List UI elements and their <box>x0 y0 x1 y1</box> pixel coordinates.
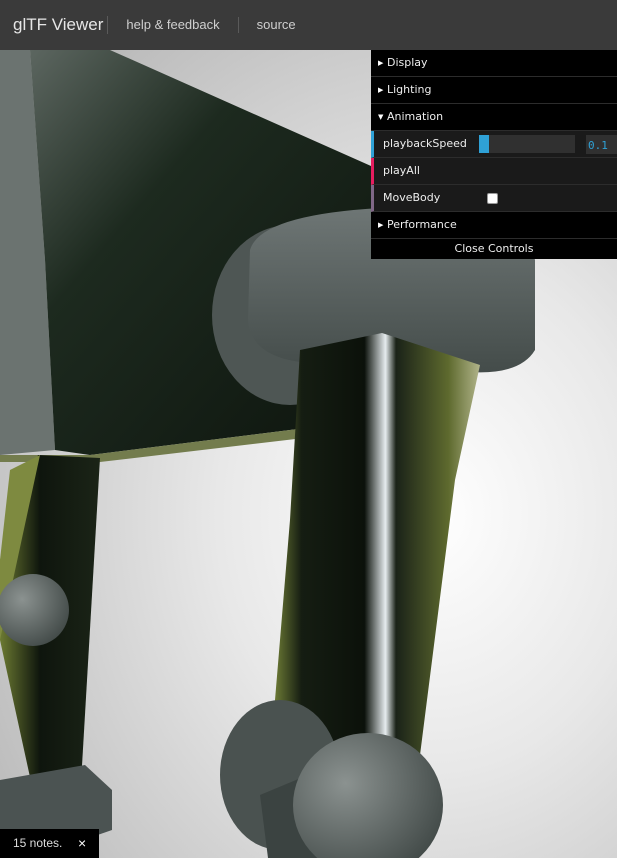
app-title: glTF Viewer <box>0 16 109 34</box>
playback-speed-slider-fill <box>479 135 489 153</box>
close-controls-button[interactable]: Close Controls <box>371 239 617 259</box>
move-body-control: MoveBody <box>371 185 617 212</box>
source-link[interactable]: source <box>239 17 314 33</box>
close-icon[interactable]: × <box>78 829 86 858</box>
folder-performance[interactable]: ▶ Performance <box>371 212 617 239</box>
caret-right-icon: ▶ <box>378 59 384 67</box>
notes-count: 15 notes. <box>13 836 63 850</box>
folder-animation-label: Animation <box>387 110 444 123</box>
folder-animation[interactable]: ▼ Animation <box>371 104 617 131</box>
playback-speed-control: playbackSpeed 0.1 <box>371 131 617 158</box>
help-feedback-link[interactable]: help & feedback <box>108 17 237 33</box>
caret-down-icon: ▼ <box>378 113 384 121</box>
caret-right-icon: ▶ <box>378 86 384 94</box>
right-leg <box>270 333 480 770</box>
playback-speed-label: playbackSpeed <box>383 137 467 150</box>
controls-panel: ▶ Display ▶ Lighting ▼ Animation playbac… <box>371 50 617 259</box>
play-all-button[interactable]: playAll <box>371 158 617 185</box>
folder-performance-label: Performance <box>387 218 457 231</box>
top-bar: glTF Viewer help & feedback source <box>0 0 617 50</box>
folder-lighting-label: Lighting <box>387 83 432 96</box>
folder-lighting[interactable]: ▶ Lighting <box>371 77 617 104</box>
caret-right-icon: ▶ <box>378 221 384 229</box>
folder-display[interactable]: ▶ Display <box>371 50 617 77</box>
folder-display-label: Display <box>387 56 428 69</box>
move-body-label: MoveBody <box>383 191 441 204</box>
play-all-label: playAll <box>383 164 420 177</box>
move-body-checkbox[interactable] <box>487 193 498 204</box>
playback-speed-slider[interactable] <box>479 135 575 153</box>
left-knee-joint <box>0 574 69 646</box>
notes-toast: 15 notes. × <box>0 829 99 858</box>
playback-speed-input[interactable]: 0.1 <box>586 135 617 154</box>
